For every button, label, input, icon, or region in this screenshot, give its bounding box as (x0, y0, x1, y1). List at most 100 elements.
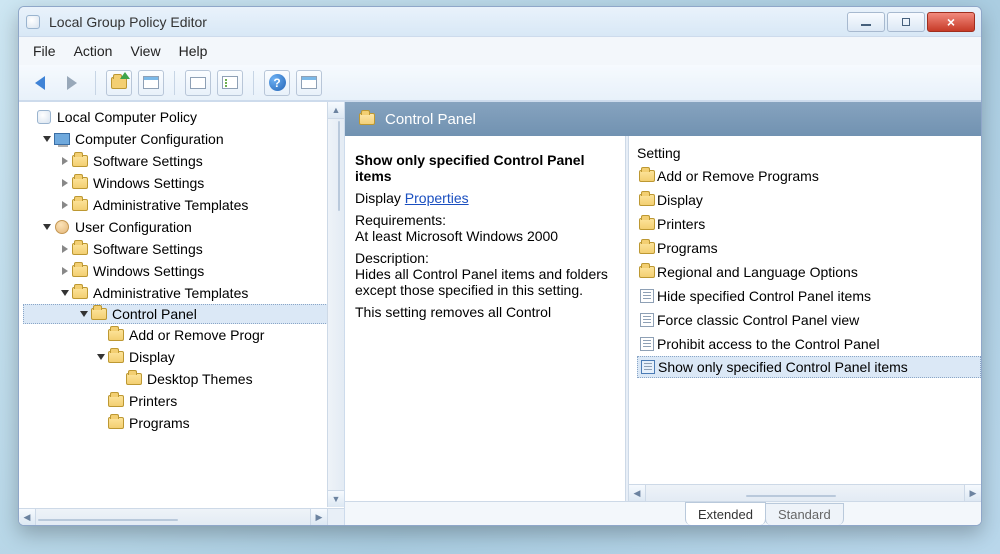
content-header-title: Control Panel (385, 111, 476, 128)
folder-icon (72, 177, 88, 189)
tree-scroll-area[interactable]: Local Computer Policy Computer Configura… (19, 102, 344, 525)
tree-vertical-scrollbar[interactable]: ▲ ▼ (327, 102, 344, 507)
list-item-label: Regional and Language Options (657, 264, 858, 280)
tree-control-panel[interactable]: Control Panel (23, 304, 344, 324)
toolbar-separator (253, 71, 254, 95)
tree-label: Software Settings (93, 153, 209, 169)
list-item[interactable]: Regional and Language Options (637, 260, 981, 284)
menu-file[interactable]: File (33, 43, 56, 59)
filter-icon (301, 76, 317, 89)
maximize-button[interactable] (887, 12, 925, 32)
scroll-thumb[interactable] (38, 519, 178, 521)
list-item-label: Prohibit access to the Control Panel (657, 336, 880, 352)
tree-label: Desktop Themes (147, 371, 259, 387)
tree-cp-programs[interactable]: Programs (23, 412, 344, 434)
tree-cc-software-settings[interactable]: Software Settings (23, 150, 344, 172)
list-horizontal-scrollbar[interactable]: ◀ ▶ (629, 484, 981, 501)
list-item-label: Printers (657, 216, 705, 232)
folder-icon (108, 351, 124, 363)
setting-icon (637, 289, 657, 303)
list-item[interactable]: Printers (637, 212, 981, 236)
folder-icon (108, 329, 124, 341)
tree-uc-software-settings[interactable]: Software Settings (23, 238, 344, 260)
tree-cp-printers[interactable]: Printers (23, 390, 344, 412)
scroll-right-button[interactable]: ▶ (964, 485, 981, 501)
column-header-setting[interactable]: Setting (637, 142, 981, 164)
properties-button[interactable] (185, 70, 211, 96)
folder-icon (359, 113, 375, 125)
back-button[interactable] (27, 70, 53, 96)
view-tabs: Extended Standard (345, 501, 981, 525)
folder-icon (72, 287, 88, 299)
menu-action[interactable]: Action (74, 43, 113, 59)
filter-button[interactable] (296, 70, 322, 96)
content-pane: Control Panel Show only specified Contro… (345, 102, 981, 525)
toolbar-separator (95, 71, 96, 95)
scroll-up-button[interactable]: ▲ (328, 102, 344, 119)
tree-label: Administrative Templates (93, 197, 254, 213)
titlebar[interactable]: Local Group Policy Editor × (19, 7, 981, 37)
up-button[interactable] (106, 70, 132, 96)
menu-view[interactable]: View (130, 43, 160, 59)
tree-computer-configuration[interactable]: Computer Configuration (23, 128, 344, 150)
tree-uc-admin-templates[interactable]: Administrative Templates (23, 282, 344, 304)
toolbar-separator (174, 71, 175, 95)
tree-user-configuration[interactable]: User Configuration (23, 216, 344, 238)
arrow-left-icon (35, 76, 45, 90)
folder-up-icon (111, 77, 127, 89)
forward-button[interactable] (59, 70, 85, 96)
detail-title: Show only specified Control Panel items (355, 152, 584, 184)
tree-root[interactable]: Local Computer Policy (23, 106, 344, 128)
list-button[interactable] (217, 70, 243, 96)
list-icon (222, 76, 238, 89)
toolbar: ? (19, 65, 981, 101)
properties-link[interactable]: Properties (405, 190, 469, 206)
tab-standard[interactable]: Standard (765, 503, 844, 525)
scroll-right-button[interactable]: ▶ (310, 509, 327, 525)
tree-label: Control Panel (112, 306, 203, 322)
list-item[interactable]: Show only specified Control Panel items (637, 356, 981, 378)
list-item[interactable]: Programs (637, 236, 981, 260)
tree-cc-windows-settings[interactable]: Windows Settings (23, 172, 344, 194)
tree-pane: Local Computer Policy Computer Configura… (19, 102, 345, 525)
tree-horizontal-scrollbar[interactable]: ◀ ▶ (19, 508, 327, 525)
minimize-button[interactable] (847, 12, 885, 32)
list-item[interactable]: Hide specified Control Panel items (637, 284, 981, 308)
list-item-label: Add or Remove Programs (657, 168, 819, 184)
tree-uc-windows-settings[interactable]: Windows Settings (23, 260, 344, 282)
list-item[interactable]: Display (637, 188, 981, 212)
arrow-right-icon (67, 76, 77, 90)
help-button[interactable]: ? (264, 70, 290, 96)
scroll-thumb[interactable] (338, 121, 340, 211)
close-button[interactable]: × (927, 12, 975, 32)
tree-label: Computer Configuration (75, 131, 230, 147)
scroll-left-button[interactable]: ◀ (629, 485, 646, 501)
tree-cp-display[interactable]: Display (23, 346, 344, 368)
list-item[interactable]: Add or Remove Programs (637, 164, 981, 188)
folder-icon (637, 266, 657, 278)
detail-description-label: Description: (355, 250, 429, 266)
tree-cp-desktop-themes[interactable]: Desktop Themes (23, 368, 344, 390)
scroll-left-button[interactable]: ◀ (19, 509, 36, 525)
list-item[interactable]: Prohibit access to the Control Panel (637, 332, 981, 356)
tree-cp-add-remove[interactable]: Add or Remove Progr (23, 324, 344, 346)
folder-icon (108, 417, 124, 429)
help-icon: ? (269, 74, 286, 91)
setting-icon (637, 337, 657, 351)
tab-extended[interactable]: Extended (685, 502, 766, 525)
window-controls: × (847, 12, 975, 32)
list-item-label: Display (657, 192, 703, 208)
list-item[interactable]: Force classic Control Panel view (637, 308, 981, 332)
list-item-label: Programs (657, 240, 718, 256)
tree-label: Add or Remove Progr (129, 327, 270, 343)
folder-icon (91, 308, 107, 320)
scroll-down-button[interactable]: ▼ (328, 490, 344, 507)
scroll-thumb[interactable] (746, 495, 836, 497)
tree-cc-admin-templates[interactable]: Administrative Templates (23, 194, 344, 216)
properties-icon (190, 77, 206, 89)
show-hide-tree-button[interactable] (138, 70, 164, 96)
scroll-corner (327, 508, 344, 525)
folder-icon (72, 243, 88, 255)
tree-label: User Configuration (75, 219, 198, 235)
menu-help[interactable]: Help (179, 43, 208, 59)
